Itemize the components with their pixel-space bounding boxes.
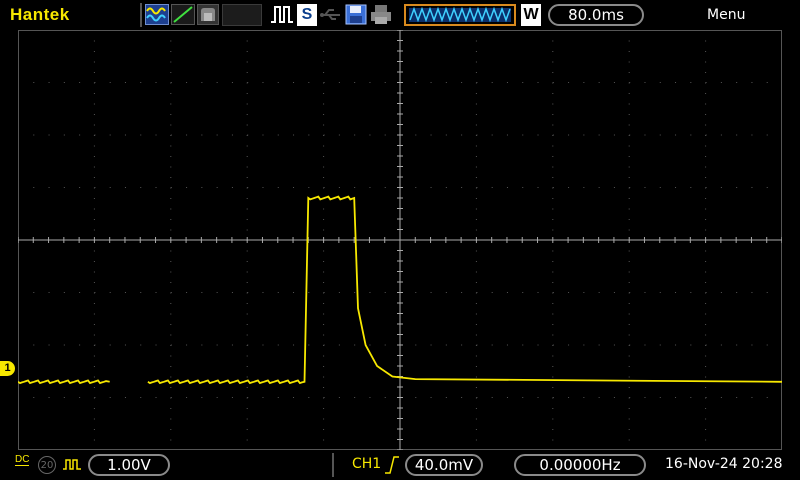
coupling-underline — [15, 465, 29, 466]
ch1-ground-marker[interactable]: 1 — [0, 361, 15, 376]
usb-icon — [320, 4, 342, 25]
trigger-source-label: CH1 — [352, 456, 382, 472]
oscilloscope-screen — [18, 30, 782, 450]
trigger-level-readout[interactable]: 40.0mV — [405, 454, 483, 476]
timebase-readout[interactable]: 80.0ms — [548, 4, 644, 26]
save-icon[interactable] — [345, 4, 367, 25]
waveform-graticule — [18, 30, 782, 450]
ch1-trace — [18, 379, 110, 385]
brand-logo: Hantek — [10, 5, 70, 24]
coupling-text: DC — [15, 454, 30, 465]
top-status-bar: Hantek S W 80.0ms Menu — [0, 0, 800, 30]
run-status-box — [222, 4, 262, 26]
rising-edge-icon — [385, 456, 399, 474]
frequency-readout: 0.00000Hz — [514, 454, 646, 476]
vector-mode-icon[interactable] — [171, 4, 195, 25]
bottom-status-bar: DC 20 1.00V CH1 40.0mV 0.00000Hz 16-Nov-… — [0, 450, 800, 480]
persistence-mode-icon[interactable] — [197, 4, 219, 25]
ch1-trace — [147, 195, 782, 385]
print-icon[interactable] — [370, 4, 392, 25]
date-time: 16-Nov-24 20:28 — [665, 456, 783, 472]
menu-button[interactable]: Menu — [707, 7, 745, 23]
ch1-volts-per-div[interactable]: 1.00V — [88, 454, 170, 476]
bandwidth-limit-icon: 20 — [38, 456, 56, 474]
memory-mode-badge: W — [521, 4, 541, 26]
status-badge: S — [297, 4, 317, 26]
divider — [332, 453, 334, 477]
waveform-display-icon[interactable] — [145, 4, 169, 25]
divider — [140, 3, 142, 27]
memory-position-indicator[interactable] — [404, 4, 516, 26]
acquire-mode-icon — [62, 456, 82, 472]
pulse-trigger-icon[interactable] — [270, 4, 294, 25]
coupling-label: DC — [15, 455, 29, 466]
